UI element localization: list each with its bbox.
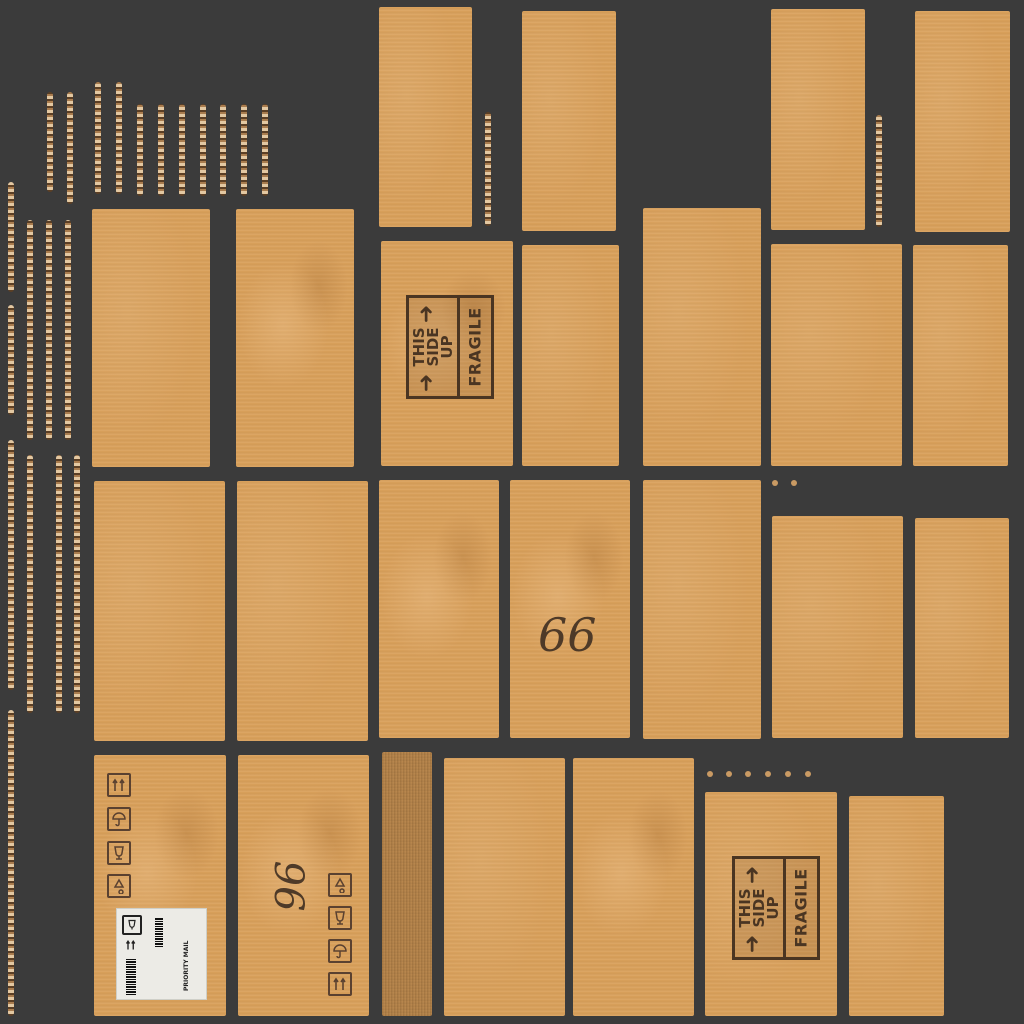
hole-dot: [726, 771, 732, 777]
tag-line-up: UP: [763, 896, 782, 920]
hole-dot: [707, 771, 713, 777]
cardboard-panel: [913, 245, 1008, 466]
cardboard-panel: [915, 518, 1009, 738]
glass-icon: [328, 906, 352, 930]
hole-dot: [805, 771, 811, 777]
fragile-panel: ➜ THIS SIDE UP ➜ FRAGILE: [705, 792, 837, 1016]
cardboard-panel: [771, 9, 865, 230]
edge-strip: [8, 440, 14, 690]
marker-number: 96: [268, 860, 315, 912]
edge-strip: [65, 220, 71, 440]
tag-line-up: UP: [437, 335, 456, 359]
edge-strip: [74, 455, 80, 713]
up-arrow-icon: ➜: [740, 865, 766, 885]
cardboard-panel: [94, 481, 225, 741]
this-way-up-icon: [328, 972, 352, 996]
cardboard-panel: [643, 480, 761, 739]
edge-strip: [8, 182, 14, 292]
shipping-label: PRIORITY MAIL: [116, 908, 207, 1000]
fragile-text: FRAGILE: [465, 307, 485, 387]
hole-dot: [765, 771, 771, 777]
cardboard-panel: [915, 11, 1010, 232]
edge-strip: [67, 92, 73, 204]
cardboard-panel: [236, 209, 354, 467]
barcode: [155, 917, 163, 947]
service-text: PRIORITY MAIL: [183, 940, 190, 991]
fragile-glass-icon: [122, 915, 142, 935]
edge-strip: [56, 455, 62, 713]
up-arrow-icon: ➜: [414, 373, 440, 393]
marker-number: 66: [538, 608, 597, 662]
cardboard-panel: [379, 480, 499, 738]
hole-dot: [772, 480, 778, 486]
edge-strip: [241, 104, 247, 196]
tape-strip: [382, 752, 432, 1016]
fragile-tag: ➜ THIS SIDE UP ➜ FRAGILE: [406, 295, 494, 399]
edge-strip: [179, 104, 185, 196]
cardboard-panel: [643, 208, 761, 466]
edge-strip: [137, 104, 143, 196]
cardboard-panel: [444, 758, 565, 1016]
this-way-up-icon: [122, 937, 142, 953]
edge-strip: [27, 220, 33, 440]
cardboard-panel: [849, 796, 944, 1016]
edge-strip: [8, 305, 14, 415]
fragile-panel: ➜ THIS SIDE UP ➜ FRAGILE: [381, 241, 513, 466]
marked-panel: 66: [510, 480, 630, 738]
hole-dot: [745, 771, 751, 777]
cardboard-panel: [92, 209, 210, 467]
edge-strip: [485, 112, 491, 226]
edge-strip: [262, 104, 268, 196]
this-way-up-icon: [107, 773, 131, 797]
edge-strip: [47, 92, 53, 192]
cardboard-panel: [237, 481, 368, 741]
this-side-up-block: ➜ THIS SIDE UP ➜: [409, 298, 460, 396]
texture-atlas: ➜ THIS SIDE UP ➜ FRAGILE 66 PRIORITY MAI…: [0, 0, 1024, 1024]
hole-dot: [785, 771, 791, 777]
edge-strip: [116, 82, 122, 194]
recycle-icon: [328, 873, 352, 897]
fragile-text: FRAGILE: [791, 868, 811, 948]
cardboard-panel: [771, 244, 902, 466]
cardboard-panel: [379, 7, 472, 227]
marked-panel: 96: [238, 755, 369, 1016]
hole-dot: [791, 480, 797, 486]
edge-strip: [220, 104, 226, 196]
edge-strip: [46, 220, 52, 440]
edge-strip: [8, 710, 14, 1016]
edge-strip: [158, 104, 164, 196]
label-panel: PRIORITY MAIL: [94, 755, 226, 1016]
glass-icon: [107, 841, 131, 865]
fragile-tag: ➜ THIS SIDE UP ➜ FRAGILE: [732, 856, 820, 960]
up-arrow-icon: ➜: [740, 934, 766, 954]
recycle-icon: [107, 874, 131, 898]
cardboard-panel: [522, 245, 619, 466]
umbrella-icon: [328, 939, 352, 963]
cardboard-panel: [522, 11, 616, 231]
umbrella-icon: [107, 807, 131, 831]
this-side-up-block: ➜ THIS SIDE UP ➜: [735, 859, 786, 957]
edge-strip: [200, 104, 206, 196]
cardboard-panel: [772, 516, 903, 738]
edge-strip: [27, 455, 33, 713]
edge-strip: [876, 115, 882, 227]
barcode: [126, 959, 136, 995]
cardboard-panel: [573, 758, 694, 1016]
up-arrow-icon: ➜: [414, 304, 440, 324]
edge-strip: [95, 82, 101, 194]
